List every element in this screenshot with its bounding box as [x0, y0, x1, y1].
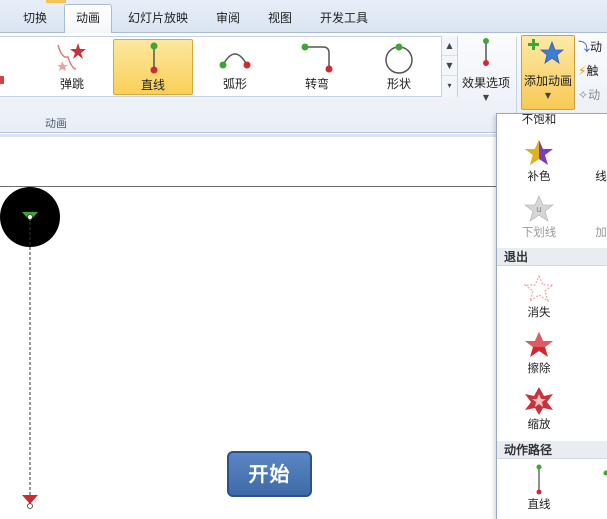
- line-path-icon: [150, 42, 158, 74]
- gallery-item-label: 弧形: [222, 77, 247, 91]
- effect-path-line[interactable]: 直线: [511, 464, 567, 512]
- gallery-item-label: 形状: [386, 77, 411, 91]
- animation-painter-label: 动: [588, 88, 601, 102]
- effect-label: 消失: [527, 305, 551, 319]
- gallery-scroller: ▲ ▼ ▾: [441, 36, 457, 97]
- gallery-item-turn[interactable]: 转弯: [277, 39, 357, 95]
- turn-path-icon: [301, 43, 333, 73]
- gallery-item-line[interactable]: 直线: [113, 39, 193, 95]
- gallery-scroll-up-icon[interactable]: ▲: [442, 36, 457, 56]
- add-animation-button[interactable]: 添加动画 ▼: [521, 35, 575, 110]
- partial-icon: [0, 76, 4, 84]
- bold-icon: [573, 194, 607, 224]
- gallery-item-bounce[interactable]: 弹跳: [32, 39, 112, 95]
- animation-pane-button[interactable]: ⤵动: [578, 38, 602, 58]
- gallery-scroll-down-icon[interactable]: ▼: [442, 56, 457, 76]
- trigger-label: 触: [586, 64, 599, 78]
- tab-slideshow[interactable]: 幻灯片放映: [120, 8, 196, 28]
- painter-icon: ✧: [578, 88, 589, 102]
- section-header-motion-paths: 动作路径: [497, 441, 607, 459]
- underline-star-icon: u: [524, 195, 554, 222]
- effect-zoom[interactable]: 缩放: [511, 386, 567, 432]
- path-end-handle[interactable]: [27, 503, 33, 509]
- effect-line-partial[interactable]: 线: [573, 138, 607, 184]
- effect-label: 补色: [527, 169, 551, 183]
- effect-options-icon: [483, 38, 489, 66]
- shape-path-icon: [385, 43, 413, 74]
- effect-label: 下划线: [521, 225, 557, 239]
- tab-animations[interactable]: 动画: [64, 4, 112, 34]
- panel-partial-green-icon: [603, 470, 607, 496]
- tab-highlight-marker: [46, 0, 66, 3]
- effect-complementary[interactable]: 补色: [511, 138, 567, 184]
- chevron-down-icon: ▼: [482, 93, 490, 102]
- ribbon-tab-strip: 切换 动画 幻灯片放映 审阅 视图 开发工具: [0, 0, 607, 34]
- gallery-partial-label: [0, 73, 6, 90]
- gallery-item-label: 直线: [140, 78, 165, 92]
- gallery-item-shape[interactable]: 形状: [359, 39, 439, 95]
- powerpoint-window: 切换 动画 幻灯片放映 审阅 视图 开发工具 弹跳 直线 弧形 转弯 形状 ▲ …: [0, 0, 607, 519]
- effect-label: 加: [595, 225, 607, 239]
- animation-gallery: 弹跳 直线 弧形 转弯 形状: [0, 36, 458, 97]
- gallery-item-label: 弹跳: [59, 77, 84, 91]
- tab-view[interactable]: 视图: [256, 8, 304, 28]
- effect-disappear[interactable]: 消失: [511, 274, 567, 320]
- tab-developer[interactable]: 开发工具: [312, 8, 376, 28]
- animation-pane-label: 动: [590, 40, 603, 54]
- chevron-down-icon: ▼: [544, 91, 552, 100]
- line-color-icon: [573, 138, 607, 168]
- tab-review[interactable]: 审阅: [204, 8, 252, 28]
- animation-pane-icon: ⤵: [578, 40, 591, 54]
- add-animation-label: 添加动画: [523, 74, 572, 88]
- path-end-marker-icon: [22, 495, 38, 504]
- panel-partial-label: 不饱和: [521, 113, 557, 126]
- gallery-item-label: 转弯: [304, 77, 329, 91]
- add-animation-star-icon: [528, 39, 565, 64]
- effect-underline[interactable]: u 下划线: [511, 194, 567, 240]
- effect-label: 缩放: [527, 417, 551, 431]
- arc-path-icon: [219, 53, 251, 69]
- animation-painter-button[interactable]: ✧动: [578, 86, 600, 106]
- path-start-handle[interactable]: [27, 214, 33, 220]
- effect-label: 线: [595, 169, 607, 183]
- add-animation-dropdown: 不饱和 补色 线 u 下划线 加 退出 消失 擦除 缩放 动作路径 直线: [496, 113, 607, 519]
- disappear-star-icon: [524, 274, 554, 303]
- motion-path[interactable]: [0, 186, 70, 519]
- effect-options-button[interactable]: 效果选项 ▼: [460, 35, 512, 107]
- effect-label: 擦除: [527, 361, 551, 375]
- effect-options-label: 效果选项: [461, 76, 510, 90]
- gallery-item-arc[interactable]: 弧形: [195, 39, 275, 95]
- tab-transitions[interactable]: 切换: [10, 8, 60, 28]
- effect-bold-partial[interactable]: 加: [573, 194, 607, 240]
- slide-top-edge: [0, 186, 496, 187]
- section-header-exit: 退出: [497, 248, 607, 266]
- wipe-star-icon: [525, 332, 553, 357]
- effect-wipe[interactable]: 擦除: [511, 330, 567, 376]
- gallery-expand-icon[interactable]: ▾: [442, 76, 457, 96]
- line-path-icon: [536, 464, 542, 495]
- zoom-star-icon: [525, 387, 553, 415]
- effect-label: 直线: [527, 497, 551, 511]
- complementary-star-icon: [525, 140, 553, 165]
- trigger-button[interactable]: ⚡触: [578, 62, 598, 82]
- start-button[interactable]: 开始: [227, 451, 312, 497]
- group-label-animation: 动画: [45, 117, 67, 130]
- svg-text:u: u: [536, 205, 542, 215]
- bounce-star-icon: [57, 43, 86, 71]
